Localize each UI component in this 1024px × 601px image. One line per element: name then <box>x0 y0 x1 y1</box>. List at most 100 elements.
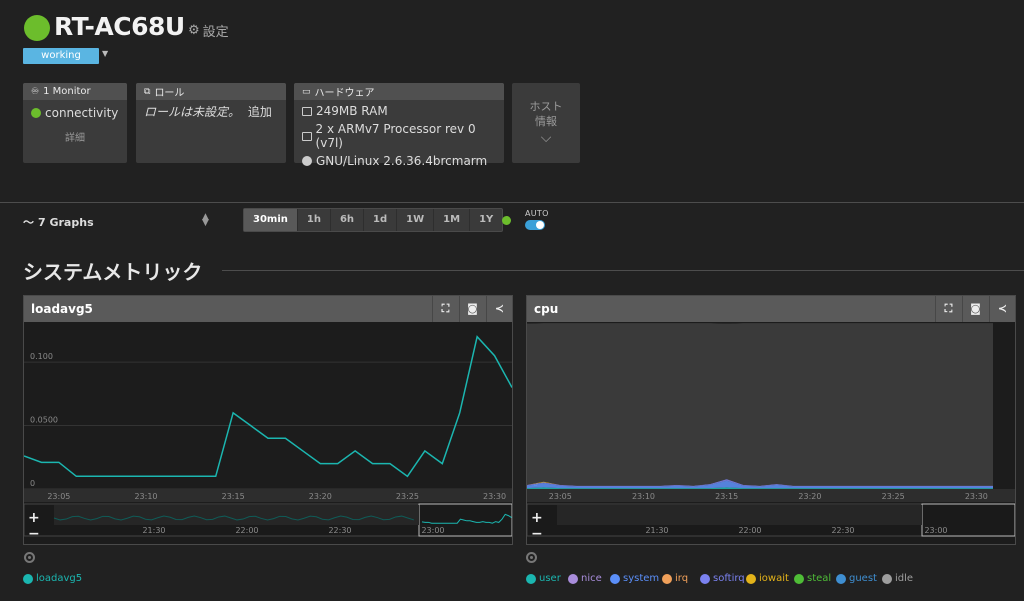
camera-icon[interactable]: ◙ <box>962 296 988 322</box>
hardware-cpu: 2 x ARMv7 Processor rev 0 (v7l) <box>315 122 476 150</box>
legend-swatch-icon <box>610 573 620 584</box>
toggle-all-series-icon[interactable] <box>526 552 537 563</box>
range-button-1h[interactable]: 1h <box>298 209 331 231</box>
x-tick-label: 23:25 <box>396 492 419 501</box>
legend-item-user[interactable]: user <box>526 573 561 584</box>
navigator-tick-label: 23:00 <box>924 526 947 535</box>
fullscreen-icon[interactable]: ⛶ <box>432 296 458 322</box>
cpu-chart[interactable]: 050.0100.0150.0200.023:0523:1023:1523:20… <box>526 314 1016 544</box>
cpu-panel-header: cpu ⛶ ◙ ≺ <box>527 296 1015 322</box>
loadavg-chart[interactable]: 0 0.0500 0.100 23:05 23:10 23:15 23:20 23:25 23:… <box>23 322 513 544</box>
legend-item-system[interactable]: system <box>610 573 659 584</box>
navigator-tick-label: 22:00 <box>235 526 258 535</box>
navigator-history <box>54 505 419 525</box>
role-add-link[interactable]: 追加 <box>248 105 272 119</box>
legend-swatch-icon <box>746 573 756 584</box>
range-button-1m[interactable]: 1M <box>434 209 471 231</box>
x-tick-label: 23:15 <box>222 492 245 501</box>
navigator-tick-label: 22:30 <box>328 526 351 535</box>
navigator-tick-label: 21:30 <box>142 526 165 535</box>
zoom-in-button[interactable]: + <box>531 510 543 526</box>
legend-swatch-icon <box>568 573 578 584</box>
legend-swatch-icon <box>526 573 536 584</box>
legend-item-steal[interactable]: steal <box>794 573 831 584</box>
y-tick-label: 200.0 <box>533 322 556 323</box>
toggle-all-series-icon[interactable] <box>24 552 35 563</box>
legend-label: idle <box>895 573 914 584</box>
legend-label: guest <box>849 573 877 584</box>
role-icon: ⧉ <box>144 86 151 97</box>
section-title: システムメトリック <box>23 260 203 284</box>
chevron-down-icon: ⌵ <box>540 130 552 146</box>
zoom-out-button[interactable]: − <box>531 526 543 542</box>
share-icon[interactable]: ≺ <box>989 296 1015 322</box>
range-button-1w[interactable]: 1W <box>397 209 435 231</box>
range-button-30min[interactable]: 30min <box>244 209 298 231</box>
y-tick-label: 0.100 <box>30 352 53 361</box>
x-tick-label: 23:15 <box>715 492 738 501</box>
legend-label: nice <box>581 573 602 584</box>
loadavg-panel-title: loadavg5 <box>31 302 93 316</box>
auto-refresh-toggle[interactable] <box>525 220 545 230</box>
legend-item-guest[interactable]: guest <box>836 573 877 584</box>
series-area-idle <box>527 323 993 486</box>
share-icon[interactable]: ≺ <box>486 296 512 322</box>
status-badge[interactable]: working <box>23 48 99 64</box>
section-divider <box>222 270 1024 271</box>
host-info-button[interactable]: ホスト 情報 ⌵ <box>512 83 580 163</box>
legend-label: system <box>623 573 660 584</box>
legend-label: softirq <box>713 573 745 584</box>
time-range-selector: 30min 1h 6h 1d 1W 1M 1Y <box>243 208 504 232</box>
legend-swatch-icon <box>794 573 804 584</box>
monitor-detail-link[interactable]: 詳細 <box>31 129 119 144</box>
x-tick-label: 23:05 <box>47 492 70 501</box>
range-button-1y[interactable]: 1Y <box>470 209 502 231</box>
legend-swatch-icon <box>836 573 846 584</box>
legend-item-idle[interactable]: idle <box>882 573 913 584</box>
x-axis-band <box>527 489 1015 502</box>
legend-label: irq <box>675 573 689 584</box>
cpu-panel: cpu ⛶ ◙ ≺ 050.0100.0150.0200.023:0523:10… <box>526 295 1016 545</box>
host-info-line1: ホスト <box>529 100 563 113</box>
zoom-in-button[interactable]: + <box>28 510 40 526</box>
legend-label: loadavg5 <box>36 573 83 584</box>
camera-icon[interactable]: ◙ <box>459 296 485 322</box>
x-tick-label: 23:30 <box>965 492 988 501</box>
graph-icon: 〜 <box>23 216 34 229</box>
host-info-line2: 情報 <box>535 115 557 128</box>
x-tick-label: 23:05 <box>549 492 572 501</box>
settings-label: 設定 <box>202 25 229 40</box>
legend-swatch-icon <box>662 573 672 584</box>
loadavg-panel: loadavg5 ⛶ ◙ ≺ 0 0.0500 0.100 23:05 23:10 23:… <box>23 295 513 545</box>
role-empty-text: ロールは未設定。 <box>144 105 241 119</box>
cpu-panel-title: cpu <box>534 302 559 316</box>
x-tick-label: 23:25 <box>882 492 905 501</box>
navigator-tick-label: 22:30 <box>831 526 854 535</box>
legend-item-loadavg5[interactable]: loadavg5 <box>23 573 82 584</box>
legend-item-irq[interactable]: irq <box>662 573 688 584</box>
legend-item-iowait[interactable]: iowait <box>746 573 789 584</box>
hardware-card-title: ハードウェア <box>314 88 375 99</box>
sort-arrows-icon[interactable]: ▲ ▼ <box>202 213 209 228</box>
hardware-os: GNU/Linux 2.6.36.4brcmarm <box>316 154 488 168</box>
fullscreen-icon[interactable]: ⛶ <box>935 296 961 322</box>
range-button-1d[interactable]: 1d <box>364 209 398 231</box>
zoom-out-button[interactable]: − <box>28 526 40 542</box>
legend-item-softirq[interactable]: softirq <box>700 573 745 584</box>
settings-link[interactable]: ⚙ 設定 <box>188 21 229 40</box>
gear-icon: ⚙ <box>188 23 200 38</box>
graphs-selector[interactable]: 〜 7 Graphs <box>23 214 94 230</box>
navigator-tick-label: 21:30 <box>645 526 668 535</box>
monitor-status-dot <box>31 108 41 118</box>
host-status-indicator <box>24 15 50 41</box>
monitor-item[interactable]: connectivity <box>31 106 119 120</box>
status-dropdown-caret-icon[interactable]: ▼ <box>102 49 108 58</box>
range-button-6h[interactable]: 6h <box>331 209 365 231</box>
monitor-card-title: 1 Monitor <box>43 86 91 97</box>
legend-swatch-icon <box>882 573 892 584</box>
legend-item-nice[interactable]: nice <box>568 573 602 584</box>
os-icon <box>302 156 312 166</box>
hardware-ram: 249MB RAM <box>316 104 388 118</box>
navigator-tick-label: 22:00 <box>738 526 761 535</box>
navigator-history <box>557 505 922 525</box>
